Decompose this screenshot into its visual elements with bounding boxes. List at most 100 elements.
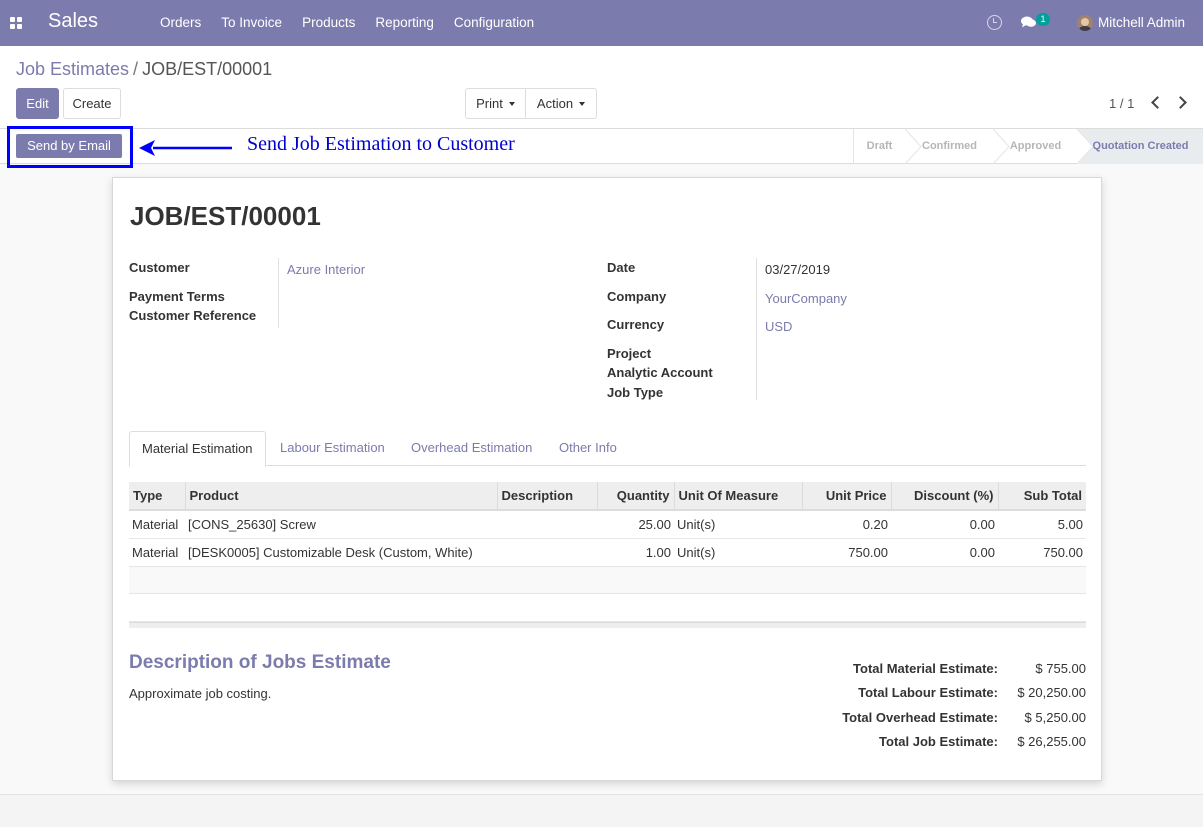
- tab-other-info[interactable]: Other Info: [547, 431, 629, 466]
- user-name[interactable]: Mitchell Admin: [1098, 15, 1185, 30]
- column-header[interactable]: Product: [185, 482, 498, 511]
- cell-product: [DESK0005] Customizable Desk (Custom, Wh…: [185, 538, 497, 567]
- control-panel: Job Estimates / JOB/EST/00001 Edit Create …: [0, 46, 1203, 129]
- customer-reference-label: Customer Reference: [129, 308, 257, 323]
- material-lines-table: Type Product Description Quantity Unit O…: [129, 482, 1086, 622]
- notebook-tabs: Material Estimation Labour Estimation Ov…: [129, 431, 1086, 467]
- top-navbar: Sales Orders To Invoice Products Reporti…: [0, 0, 1203, 46]
- column-header[interactable]: Description: [497, 482, 598, 511]
- total-material-value: $ 755.00: [1035, 661, 1086, 676]
- cell-type: Material: [129, 538, 185, 567]
- tab-overhead-estimation[interactable]: Overhead Estimation: [399, 431, 544, 466]
- table-row[interactable]: Material [DESK0005] Customizable Desk (C…: [129, 538, 1086, 567]
- record-title: JOB/EST/00001: [130, 201, 321, 231]
- chat-icon[interactable]: [1021, 16, 1036, 28]
- cell-discount: 0.00: [891, 538, 998, 567]
- customer-field[interactable]: Azure Interior: [287, 262, 365, 277]
- stage-draft[interactable]: Draft: [853, 129, 905, 164]
- pager-value[interactable]: 1 / 1: [1109, 96, 1134, 111]
- total-job-label: Total Job Estimate:: [879, 734, 998, 749]
- form-sheet: JOB/EST/00001 Customer Azure Interior Pa…: [112, 177, 1102, 781]
- caret-down-icon: [508, 101, 515, 106]
- menu-item-configuration[interactable]: Configuration: [444, 15, 544, 30]
- field-divider: [278, 258, 279, 328]
- tab-material-estimation[interactable]: Material Estimation: [129, 431, 266, 467]
- print-button[interactable]: Print: [465, 88, 526, 119]
- cell-uom: Unit(s): [674, 510, 802, 539]
- empty-row: [129, 566, 1086, 594]
- column-header[interactable]: Quantity: [597, 482, 675, 511]
- total-job-value: $ 26,255.00: [1017, 734, 1086, 749]
- menu-item-products[interactable]: Products: [292, 15, 365, 30]
- apps-grid-icon[interactable]: [10, 17, 22, 29]
- action-label: Action: [536, 96, 574, 111]
- annotation-highlight-box: [7, 126, 133, 168]
- cell-uom: Unit(s): [674, 538, 802, 567]
- cell-unit-price: 750.00: [802, 538, 891, 567]
- cell-type: Material: [129, 510, 185, 539]
- caret-down-icon: [579, 101, 586, 106]
- status-stages: Draft Confirmed Approved Quotation Creat…: [853, 129, 1203, 164]
- column-header[interactable]: Sub Total: [998, 482, 1086, 511]
- company-field[interactable]: YourCompany: [765, 291, 847, 306]
- breadcrumb-parent[interactable]: Job Estimates: [16, 59, 129, 79]
- chatter-area: [0, 794, 1203, 827]
- main-menu: Orders To Invoice Products Reporting Con…: [150, 15, 544, 30]
- column-header[interactable]: Type: [129, 482, 186, 511]
- job-type-label: Job Type: [607, 385, 664, 400]
- breadcrumb-separator: /: [133, 59, 139, 79]
- table-row[interactable]: Material [CONS_25630] Screw 25.00 Unit(s…: [129, 510, 1086, 539]
- cell-subtotal: 5.00: [998, 510, 1086, 539]
- chevron-left-icon[interactable]: [1151, 96, 1164, 109]
- total-overhead-value: $ 5,250.00: [1024, 710, 1086, 725]
- create-button[interactable]: Create: [63, 88, 121, 119]
- messages-badge: 1: [1036, 13, 1050, 26]
- stage-approved[interactable]: Approved: [993, 129, 1077, 164]
- empty-row: [129, 593, 1086, 622]
- column-header[interactable]: Unit Of Measure: [674, 482, 803, 511]
- stage-confirmed[interactable]: Confirmed: [905, 129, 993, 164]
- cell-product: [CONS_25630] Screw: [185, 510, 497, 539]
- company-label: Company: [607, 289, 667, 304]
- customer-label: Customer: [129, 260, 190, 275]
- analytic-account-label: Analytic Account: [607, 365, 713, 380]
- chevron-right-icon[interactable]: [1174, 96, 1187, 109]
- cell-unit-price: 0.20: [802, 510, 891, 539]
- cell-discount: 0.00: [891, 510, 998, 539]
- cell-subtotal: 750.00: [998, 538, 1086, 567]
- column-header[interactable]: Discount (%): [891, 482, 999, 511]
- clock-icon[interactable]: [987, 15, 1002, 30]
- cell-description: [497, 510, 597, 539]
- breadcrumb: Job Estimates / JOB/EST/00001: [16, 59, 272, 80]
- project-label: Project: [607, 346, 652, 361]
- annotation-arrow-icon: [139, 140, 232, 156]
- table-header-row: Type Product Description Quantity Unit O…: [129, 482, 1086, 511]
- action-button[interactable]: Action: [525, 88, 597, 119]
- date-label: Date: [607, 260, 636, 275]
- breadcrumb-current: JOB/EST/00001: [142, 59, 273, 79]
- date-field[interactable]: 03/27/2019: [765, 262, 830, 277]
- currency-field[interactable]: USD: [765, 319, 792, 334]
- payment-terms-label: Payment Terms: [129, 289, 225, 304]
- table-footer: [129, 622, 1086, 628]
- description-text[interactable]: Approximate job costing.: [129, 686, 271, 701]
- menu-item-orders[interactable]: Orders: [150, 15, 211, 30]
- avatar[interactable]: [1077, 15, 1093, 31]
- annotation-text: Send Job Estimation to Customer: [247, 133, 515, 155]
- total-material-label: Total Material Estimate:: [853, 661, 998, 676]
- total-labour-label: Total Labour Estimate:: [858, 685, 998, 700]
- stage-quotation-created[interactable]: Quotation Created: [1077, 129, 1203, 164]
- description-title: Description of Jobs Estimate: [129, 652, 391, 673]
- menu-item-to-invoice[interactable]: To Invoice: [211, 15, 292, 30]
- print-label: Print: [476, 96, 503, 111]
- currency-label: Currency: [607, 317, 665, 332]
- total-overhead-label: Total Overhead Estimate:: [842, 710, 998, 725]
- cell-quantity: 25.00: [597, 510, 674, 539]
- cell-description: [497, 538, 597, 567]
- column-header[interactable]: Unit Price: [802, 482, 892, 511]
- app-name: Sales: [48, 10, 99, 32]
- tab-labour-estimation[interactable]: Labour Estimation: [268, 431, 397, 466]
- field-divider: [756, 258, 757, 400]
- menu-item-reporting[interactable]: Reporting: [365, 15, 444, 30]
- edit-button[interactable]: Edit: [16, 88, 59, 119]
